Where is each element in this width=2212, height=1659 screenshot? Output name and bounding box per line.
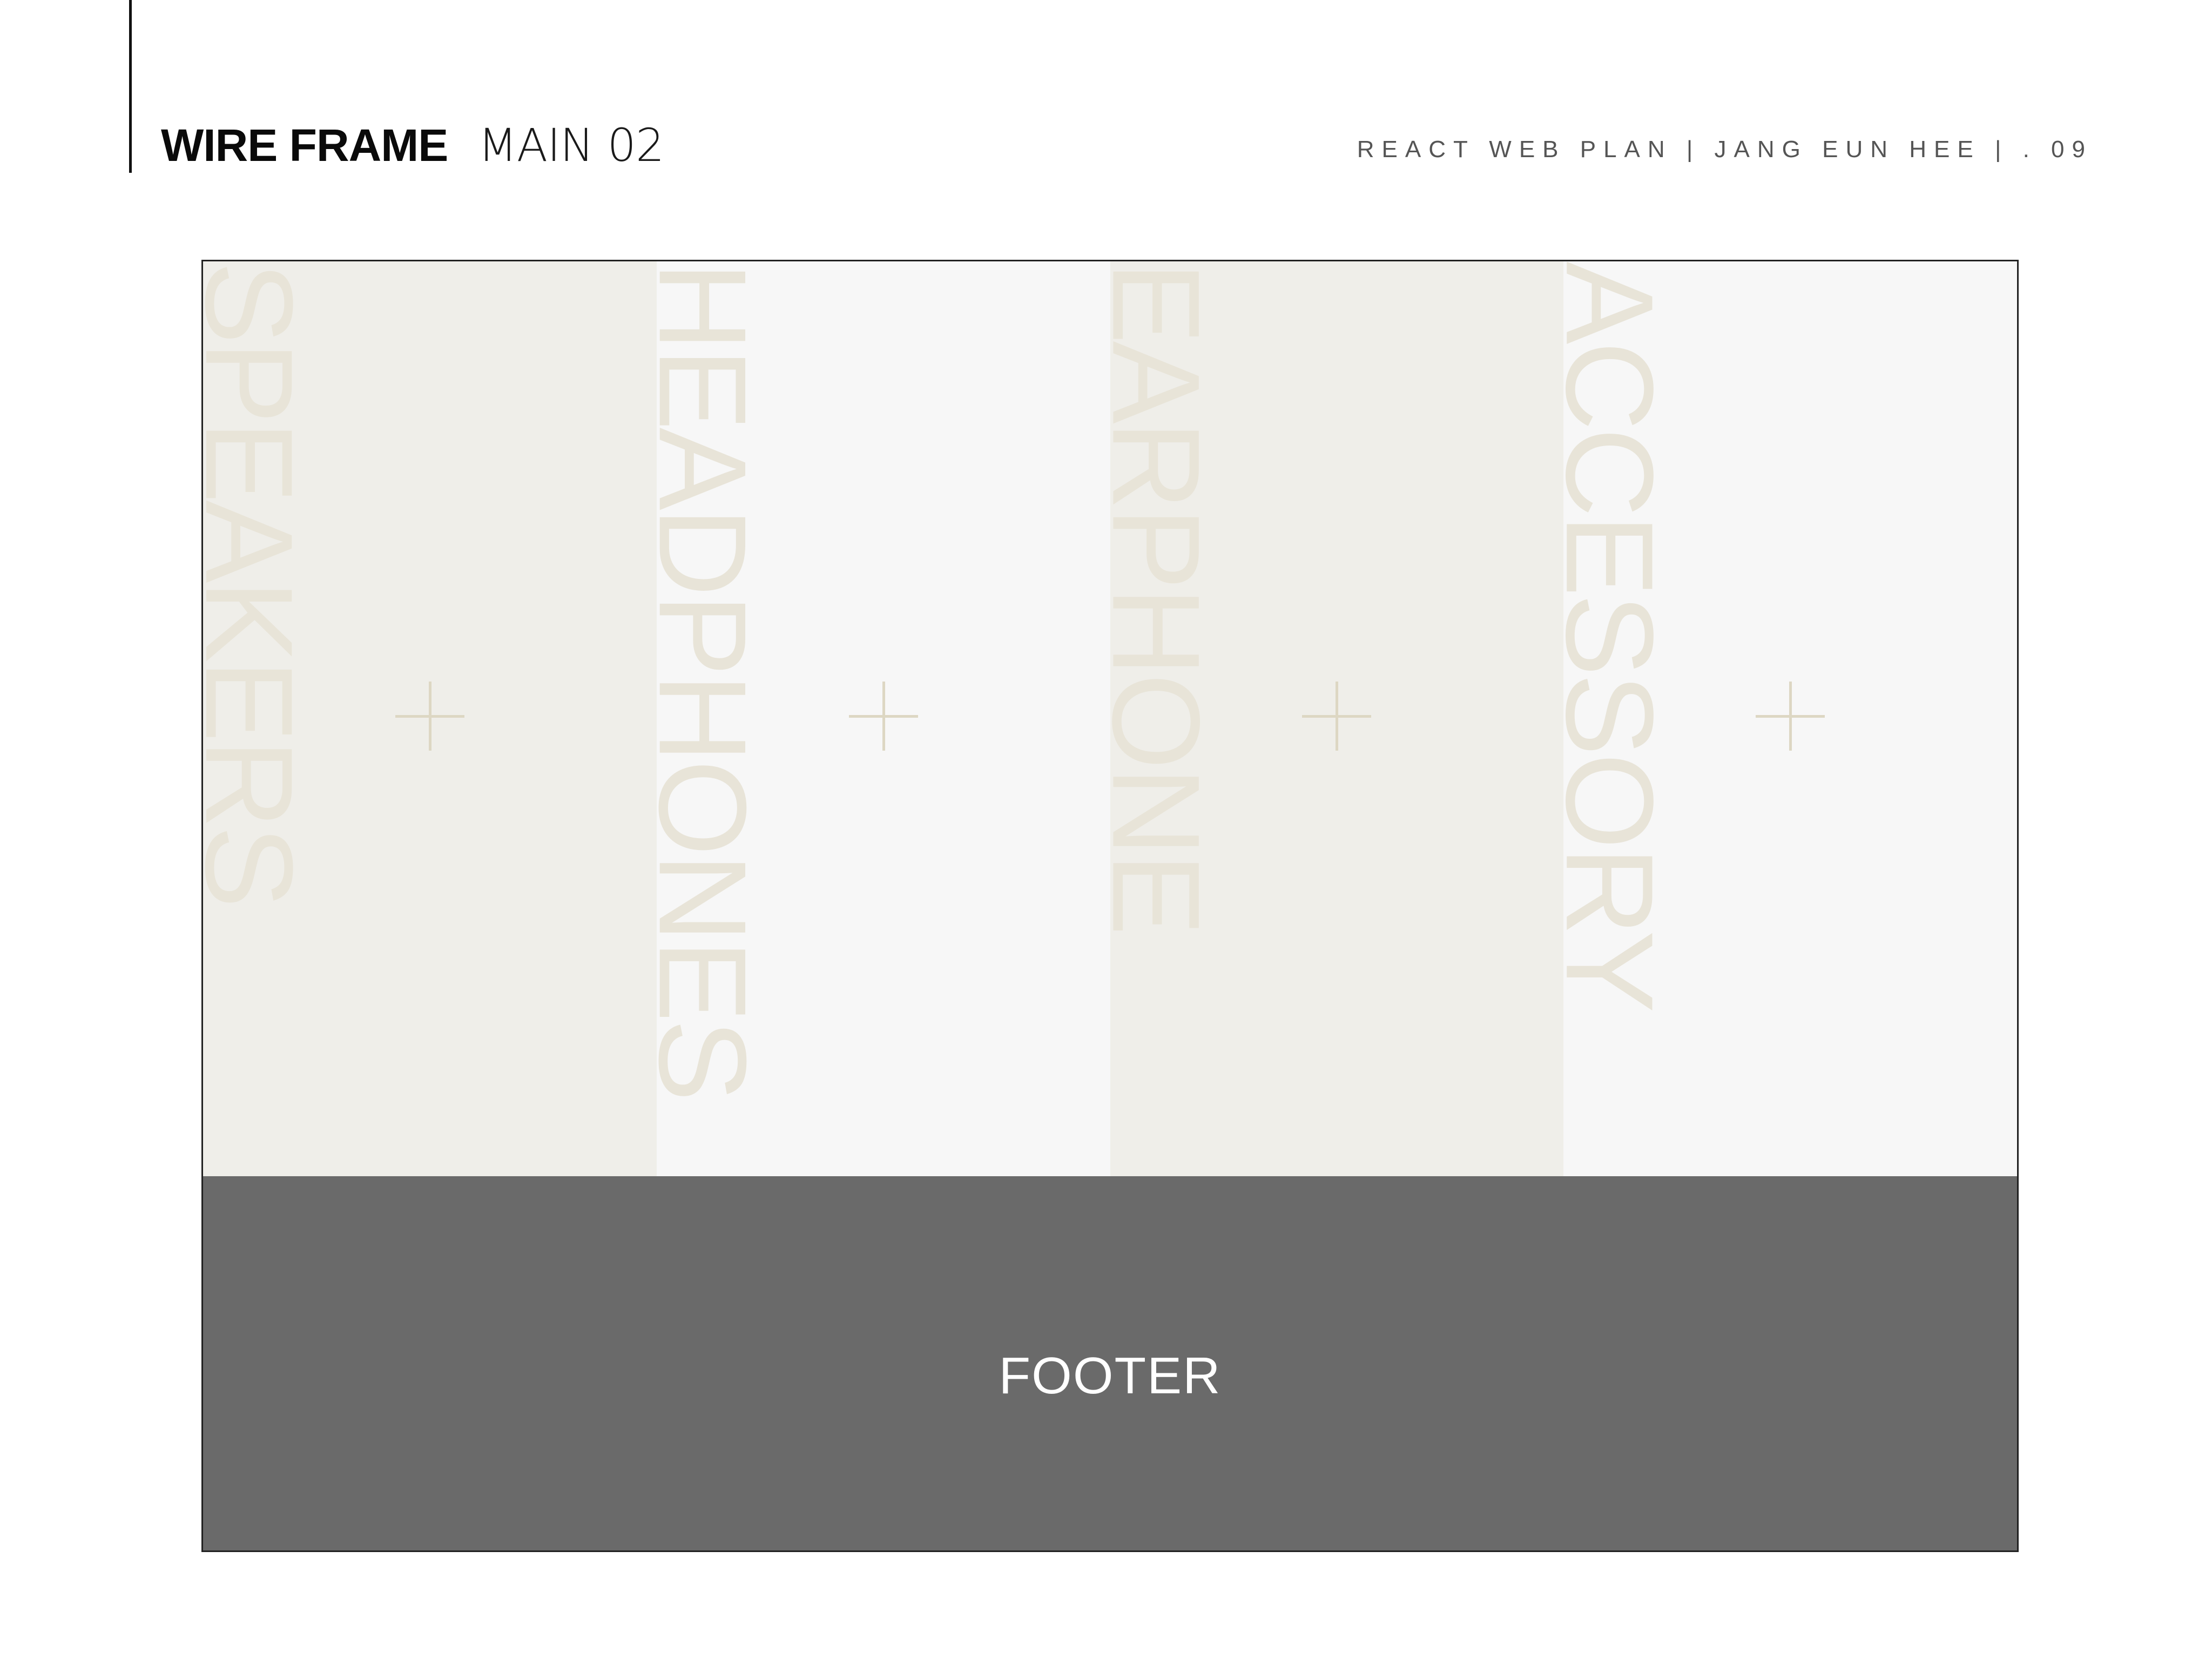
category-label: SPEAKERS xyxy=(203,261,319,905)
category-column-earphone[interactable]: EARPHONE xyxy=(1110,261,1564,1176)
plus-icon[interactable] xyxy=(395,682,464,751)
plus-icon[interactable] xyxy=(848,682,918,751)
category-column-speakers[interactable]: SPEAKERS xyxy=(203,261,657,1176)
header-meta: REACT WEB PLAN | JANG EUN HEE | . 09 xyxy=(1357,136,2093,163)
footer-label: FOOTER xyxy=(999,1346,1222,1405)
category-label: HEADPHONES xyxy=(656,261,772,1099)
category-label: ACCESSORY xyxy=(1563,261,1680,1010)
category-label: EARPHONE xyxy=(1110,261,1226,933)
wireframe-frame: SPEAKERS HEADPHONES EARPHONE ACCESSORY F… xyxy=(201,260,2019,1552)
header-accent-line xyxy=(129,0,132,173)
plus-icon[interactable] xyxy=(1756,682,1825,751)
category-columns: SPEAKERS HEADPHONES EARPHONE ACCESSORY xyxy=(203,261,2017,1176)
category-column-accessory[interactable]: ACCESSORY xyxy=(1563,261,2017,1176)
footer: FOOTER xyxy=(203,1176,2017,1550)
plus-icon[interactable] xyxy=(1302,682,1372,751)
page-title-sub: MAIN 02 xyxy=(478,119,664,172)
category-column-headphones[interactable]: HEADPHONES xyxy=(656,261,1110,1176)
page-title-main: WIRE FRAME xyxy=(161,120,448,171)
page-title: WIRE FRAME MAIN 02 xyxy=(161,119,664,184)
